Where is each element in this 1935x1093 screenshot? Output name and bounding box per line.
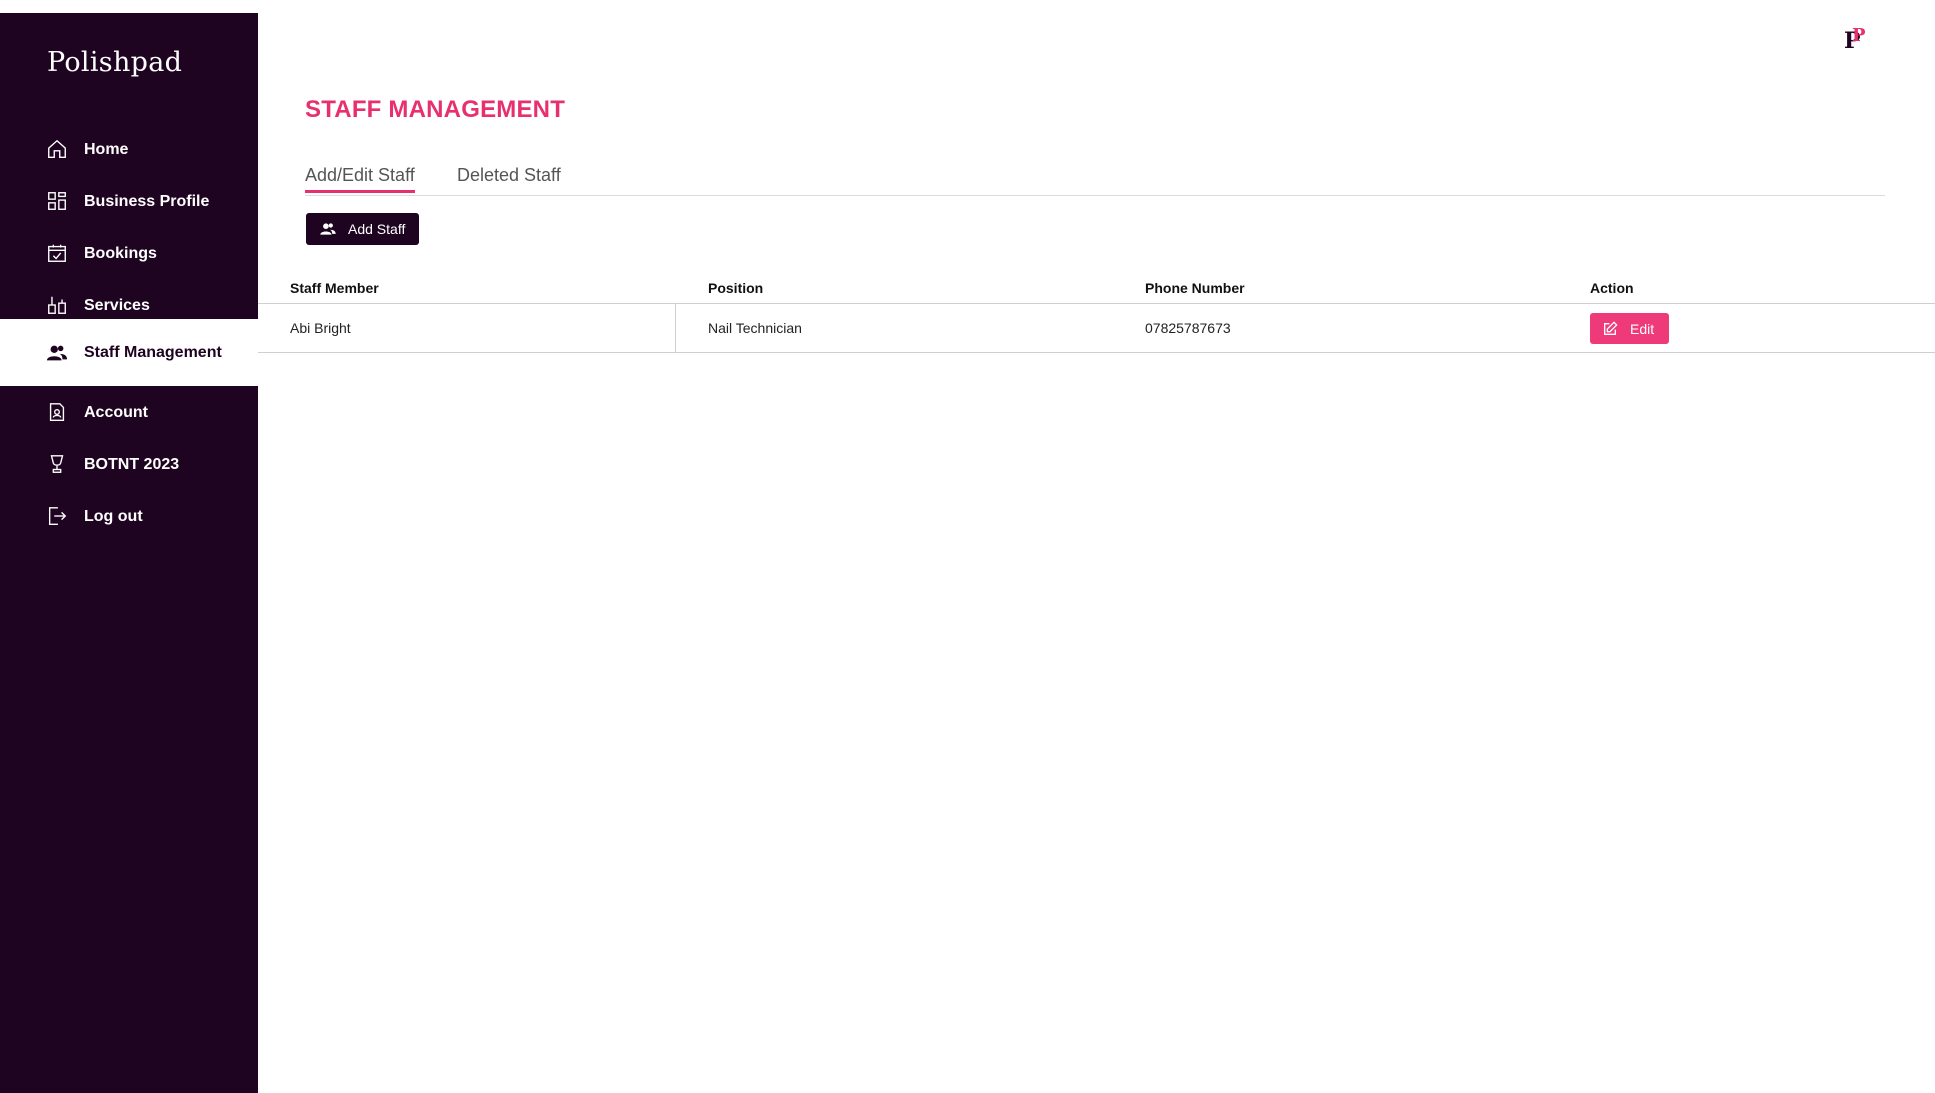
- position-cell: Nail Technician: [708, 320, 802, 336]
- home-icon: [45, 137, 69, 161]
- add-staff-button[interactable]: Add Staff: [306, 213, 419, 245]
- users-icon: [45, 341, 69, 365]
- staff-table: Staff Member Position Phone Number Actio…: [258, 270, 1935, 353]
- sidebar-item-botnt[interactable]: BOTNT 2023: [0, 438, 258, 490]
- sidebar-item-home[interactable]: Home: [0, 123, 258, 175]
- sidebar-item-label: Business Profile: [84, 192, 210, 210]
- id-card-icon: [45, 400, 69, 424]
- edit-icon: [1602, 320, 1618, 337]
- sidebar: Polishpad Home Business Profile Bookings…: [0, 13, 258, 1093]
- tab-add-edit-staff[interactable]: Add/Edit Staff: [305, 165, 415, 193]
- sidebar-item-logout[interactable]: Log out: [0, 490, 258, 542]
- column-header: Action: [1590, 280, 1634, 296]
- grid-icon: [45, 189, 69, 213]
- sidebar-item-account[interactable]: Account: [0, 386, 258, 438]
- sidebar-item-label: Bookings: [84, 244, 157, 262]
- tab-bar: Add/Edit Staff Deleted Staff: [305, 165, 1885, 196]
- sidebar-item-label: Log out: [84, 507, 143, 525]
- brand-logo[interactable]: Polishpad: [47, 47, 182, 78]
- tab-deleted-staff[interactable]: Deleted Staff: [457, 165, 561, 190]
- add-staff-label: Add Staff: [348, 221, 406, 237]
- sidebar-item-business-profile[interactable]: Business Profile: [0, 175, 258, 227]
- table-row: Abi Bright Nail Technician 07825787673 E…: [258, 304, 1935, 353]
- sidebar-item-label: Account: [84, 403, 148, 421]
- sidebar-item-bookings[interactable]: Bookings: [0, 227, 258, 279]
- logout-icon: [45, 504, 69, 528]
- sidebar-item-label: BOTNT 2023: [84, 455, 180, 473]
- sidebar-item-label: Services: [84, 296, 150, 314]
- sidebar-item-staff-management[interactable]: Staff Management: [0, 319, 258, 386]
- edit-button[interactable]: Edit: [1590, 313, 1669, 344]
- sidebar-item-label: Home: [84, 140, 129, 158]
- phone-cell: 07825787673: [1145, 320, 1231, 336]
- sidebar-item-label: Staff Management: [84, 344, 222, 361]
- users-icon: [319, 222, 337, 236]
- column-header: Position: [708, 280, 764, 296]
- nail-polish-icon: [45, 293, 69, 317]
- calendar-check-icon: [45, 241, 69, 265]
- column-header: Phone Number: [1145, 280, 1245, 296]
- column-header: Staff Member: [290, 280, 379, 296]
- trophy-icon: [45, 452, 69, 476]
- column-divider: [675, 304, 676, 352]
- edit-label: Edit: [1630, 320, 1655, 337]
- staff-name-cell: Abi Bright: [290, 320, 351, 336]
- table-header: Staff Member Position Phone Number Actio…: [258, 270, 1935, 304]
- brand-monogram-icon: PP: [1844, 25, 1866, 54]
- page-title: STAFF MANAGEMENT: [305, 96, 566, 123]
